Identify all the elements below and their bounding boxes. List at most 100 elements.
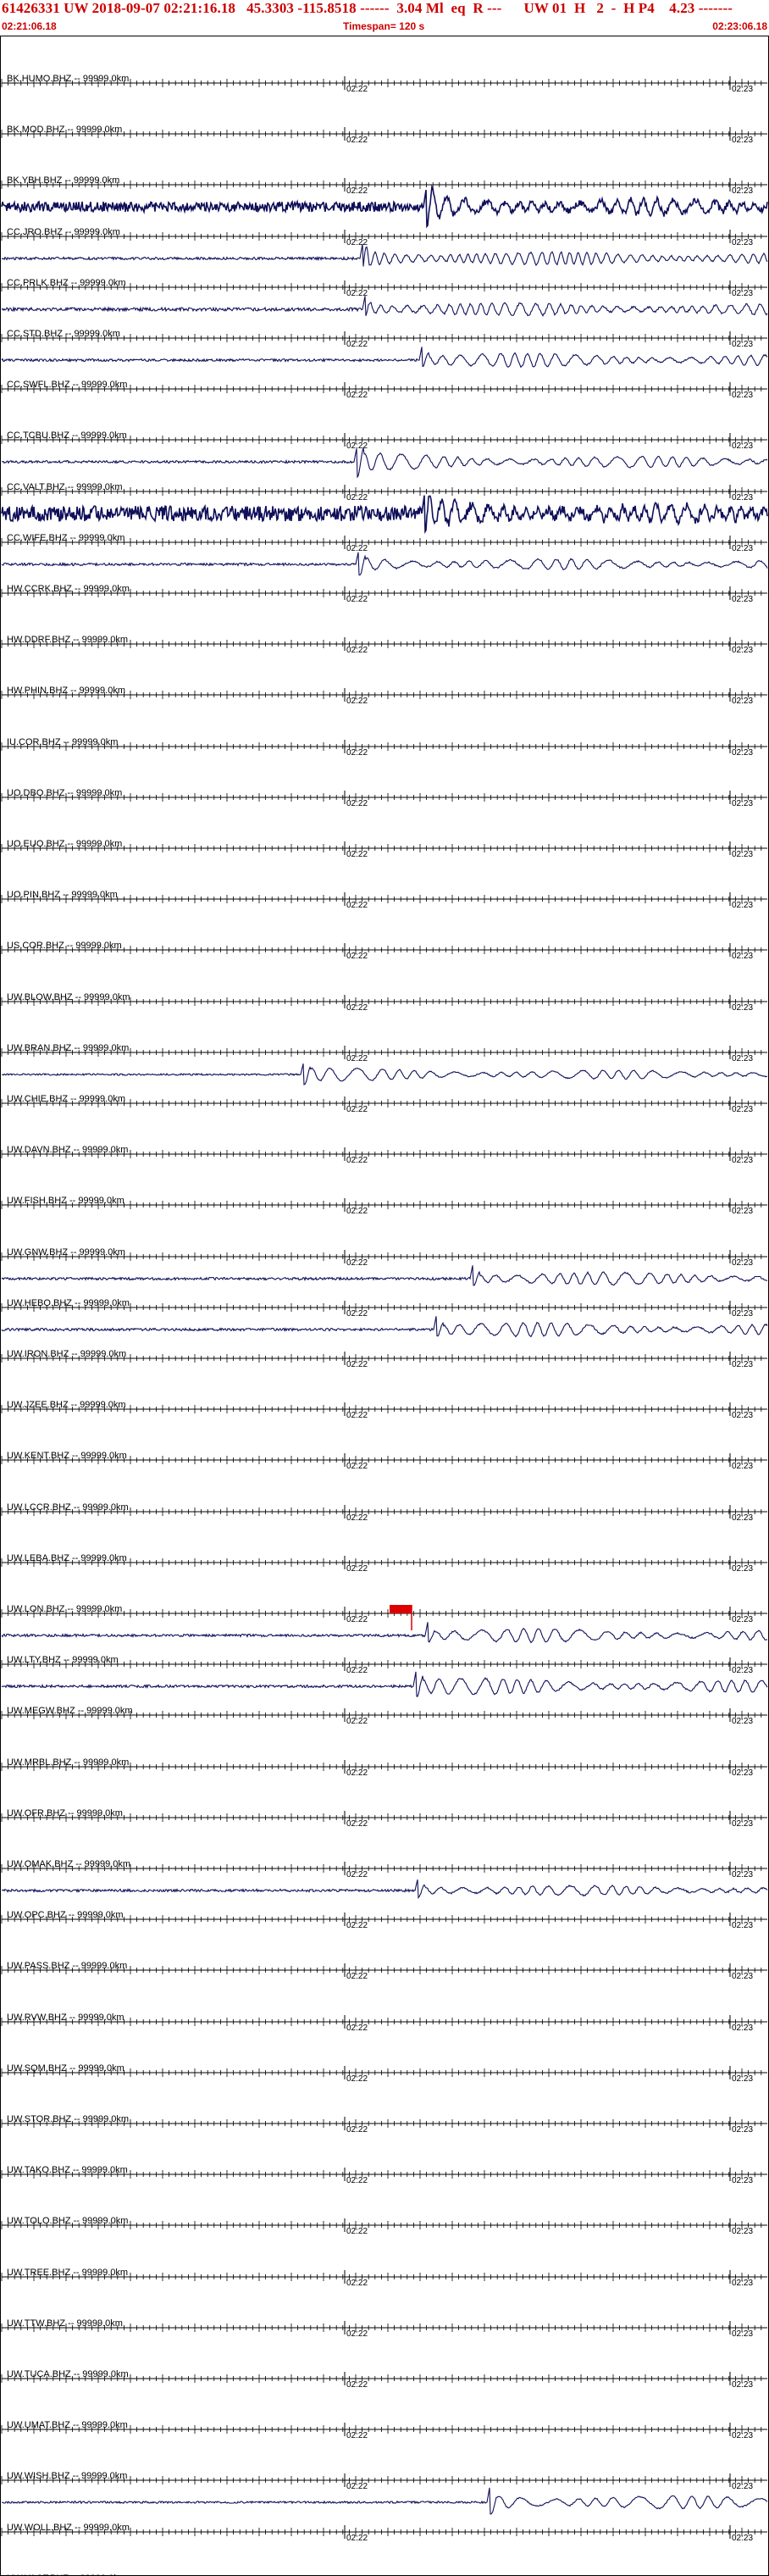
trace-row: UO.PIN.BHZ -- 99999.0km 02:22 02:23 [1,890,767,910]
tick-label-mid: 02:22 [346,544,368,553]
station-label: CC.STD.BHZ -- 99999.0km [7,329,120,339]
trace-row: UW.STOR.BHZ -- 99999.0km 02:22 02:23 [1,2114,767,2135]
tick-label-mid: 02:22 [346,1615,368,1624]
station-label: UW.LTY.BHZ -- 99999.0km [7,1655,119,1665]
tick-label-end: 02:23 [732,2482,753,2491]
tick-label-mid: 02:22 [346,799,368,808]
pick-marker [390,1605,412,1613]
waveform [1,347,768,369]
tick-label-mid: 02:22 [346,1564,368,1574]
tick-label-mid: 02:22 [346,1360,368,1369]
tick-label-end: 02:23 [732,2534,753,2543]
station-label: CC.PRLK.BHZ -- 99999.0km [7,278,126,288]
tick-label-mid: 02:22 [346,1309,368,1319]
tick-label-end: 02:23 [732,1003,753,1013]
station-label: UW.MRBL.BHZ -- 99999.0km [7,1757,129,1768]
tick-label-end: 02:23 [732,2024,753,2033]
station-label: UO.EUO.BHZ -- 99999.0km [7,839,122,849]
trace-row: US.COR.BHZ -- 99999.0km 02:22 02:23 [1,941,767,961]
tick-label-mid: 02:22 [346,1003,368,1013]
trace-row: UW.BLOW.BHZ -- 99999.0km 02:22 02:23 [1,992,767,1013]
tick-label-end: 02:23 [732,2227,753,2236]
tick-label-end: 02:23 [732,2176,753,2185]
tick-label-end: 02:23 [732,595,753,604]
tick-label-mid: 02:22 [346,340,368,349]
station-label: UW.LEBA.BHZ -- 99999.0km [7,1553,127,1563]
tick-label-mid: 02:22 [346,441,368,451]
trace-row: UW.SQM.BHZ -- 99999.0km 02:22 02:23 [1,2063,767,2084]
tick-label-mid: 02:22 [346,2482,368,2491]
station-label: UW.GNW.BHZ -- 99999.0km [7,1247,125,1257]
tick-label-end: 02:23 [732,1717,753,1726]
tick-label-end: 02:23 [732,646,753,655]
tick-label-end: 02:23 [732,1666,753,1675]
waveform [1,495,768,535]
tick-label-mid: 02:22 [346,850,368,859]
tick-label-mid: 02:22 [346,2431,368,2440]
tick-label-end: 02:23 [732,1921,753,1930]
trace-row: HW.PHIN.BHZ -- 99999.0km 02:22 02:23 [1,686,767,706]
trace-row: UW.OFR.BHZ -- 99999.0km 02:22 02:23 [1,1808,767,1829]
tick-label-end: 02:23 [732,1207,753,1216]
waveform [1,1063,767,1085]
waveform [1,243,768,267]
trace-row: CC.TCBU.BHZ -- 99999.0km 02:22 02:23 [1,430,767,451]
tick-label-mid: 02:22 [346,1666,368,1675]
trace-row: UW.LTY.BHZ -- 99999.0km 02:22 02:23 [1,1655,767,1675]
station-label: HW.CCRK.BHZ -- 99999.0km [7,584,130,594]
trace-row: BK.HUMO.BHZ -- 99999.0km 02:22 02:23 [1,74,767,94]
tick-label-end: 02:23 [732,1258,753,1268]
tick-label-end: 02:23 [732,799,753,808]
tick-label-end: 02:23 [732,85,753,94]
station-label: CC.TCBU.BHZ -- 99999.0km [7,430,127,441]
station-label: IU.COR.BHZ -- 99999.0km [7,737,118,747]
station-label: UW.TOLO.BHZ -- 99999.0km [7,2216,128,2226]
station-label: UW.IRON.BHZ -- 99999.0km [7,1349,126,1359]
trace-row: UO.DBO.BHZ -- 99999.0km 02:22 02:23 [1,788,767,808]
station-label: US.COR.BHZ -- 99999.0km [7,941,122,951]
station-label: UW.MEGW.BHZ -- 99999.0km [7,1706,133,1716]
trace-row: UW.MRBL.BHZ -- 99999.0km 02:22 02:23 [1,1757,767,1778]
trace-row: UW.CHIE.BHZ -- 99999.0km 02:22 02:23 [1,1094,767,1114]
trace-row: CC.WIFE.BHZ -- 99999.0km 02:22 02:23 [1,533,767,553]
tick-label-end: 02:23 [732,2125,753,2135]
tick-label-end: 02:23 [732,1819,753,1829]
waveform [1,1622,768,1644]
waveform [1,447,768,479]
station-label: UW.RVW.BHZ -- 99999.0km [7,2012,124,2023]
waveform [1,1316,768,1338]
tick-label-mid: 02:22 [346,1105,368,1114]
tick-label-mid: 02:22 [346,1462,368,1471]
tick-label-mid: 02:22 [346,2074,368,2084]
tick-label-end: 02:23 [732,1105,753,1114]
tick-label-end: 02:23 [732,1972,753,1981]
trace-row: BK.YBH.BHZ -- 99999.0km 02:22 02:23 [1,175,767,196]
tick-label-mid: 02:22 [346,1717,368,1726]
station-label: UW.CHIE.BHZ -- 99999.0km [7,1094,125,1104]
trace-row: UW.TTW.BHZ -- 99999.0km 02:22 02:23 [1,2318,767,2339]
station-label: UW.DAVN.BHZ -- 99999.0km [7,1145,128,1155]
tick-label-end: 02:23 [732,493,753,502]
tick-label-end: 02:23 [732,391,753,400]
tick-label-mid: 02:22 [346,1513,368,1523]
waveform [1,1671,768,1697]
tick-label-mid: 02:22 [346,952,368,961]
station-label: UW.TTW.BHZ -- 99999.0km [7,2318,123,2329]
tick-label-mid: 02:22 [346,391,368,400]
station-label: HW.DDRF.BHZ -- 99999.0km [7,635,128,645]
station-label: CC.JRO.BHZ -- 99999.0km [7,227,120,237]
waveform [1,552,768,576]
station-label: UW.KENT.BHZ -- 99999.0km [7,1451,127,1461]
tick-label-end: 02:23 [732,1360,753,1369]
station-label: UW.LON.BHZ -- 99999.0km [7,1604,122,1614]
tick-label-mid: 02:22 [346,1768,368,1778]
trace-row: UW.WOLL.BHZ -- 99999.0km 02:22 02:23 [1,2523,767,2543]
trace-row: UW.LCCR.BHZ -- 99999.0km 02:22 02:23 [1,1502,767,1523]
tick-label-mid: 02:22 [346,1870,368,1879]
trace-row: UW.HEBO.BHZ -- 99999.0km 02:22 02:23 [1,1298,767,1319]
station-label: UW.TUCA.BHZ -- 99999.0km [7,2369,129,2379]
trace-row: UO.EUO.BHZ -- 99999.0km 02:22 02:23 [1,839,767,859]
tick-label-mid: 02:22 [346,2534,368,2543]
trace-row: UW.FISH.BHZ -- 99999.0km 02:22 02:23 [1,1196,767,1216]
tick-label-mid: 02:22 [346,646,368,655]
